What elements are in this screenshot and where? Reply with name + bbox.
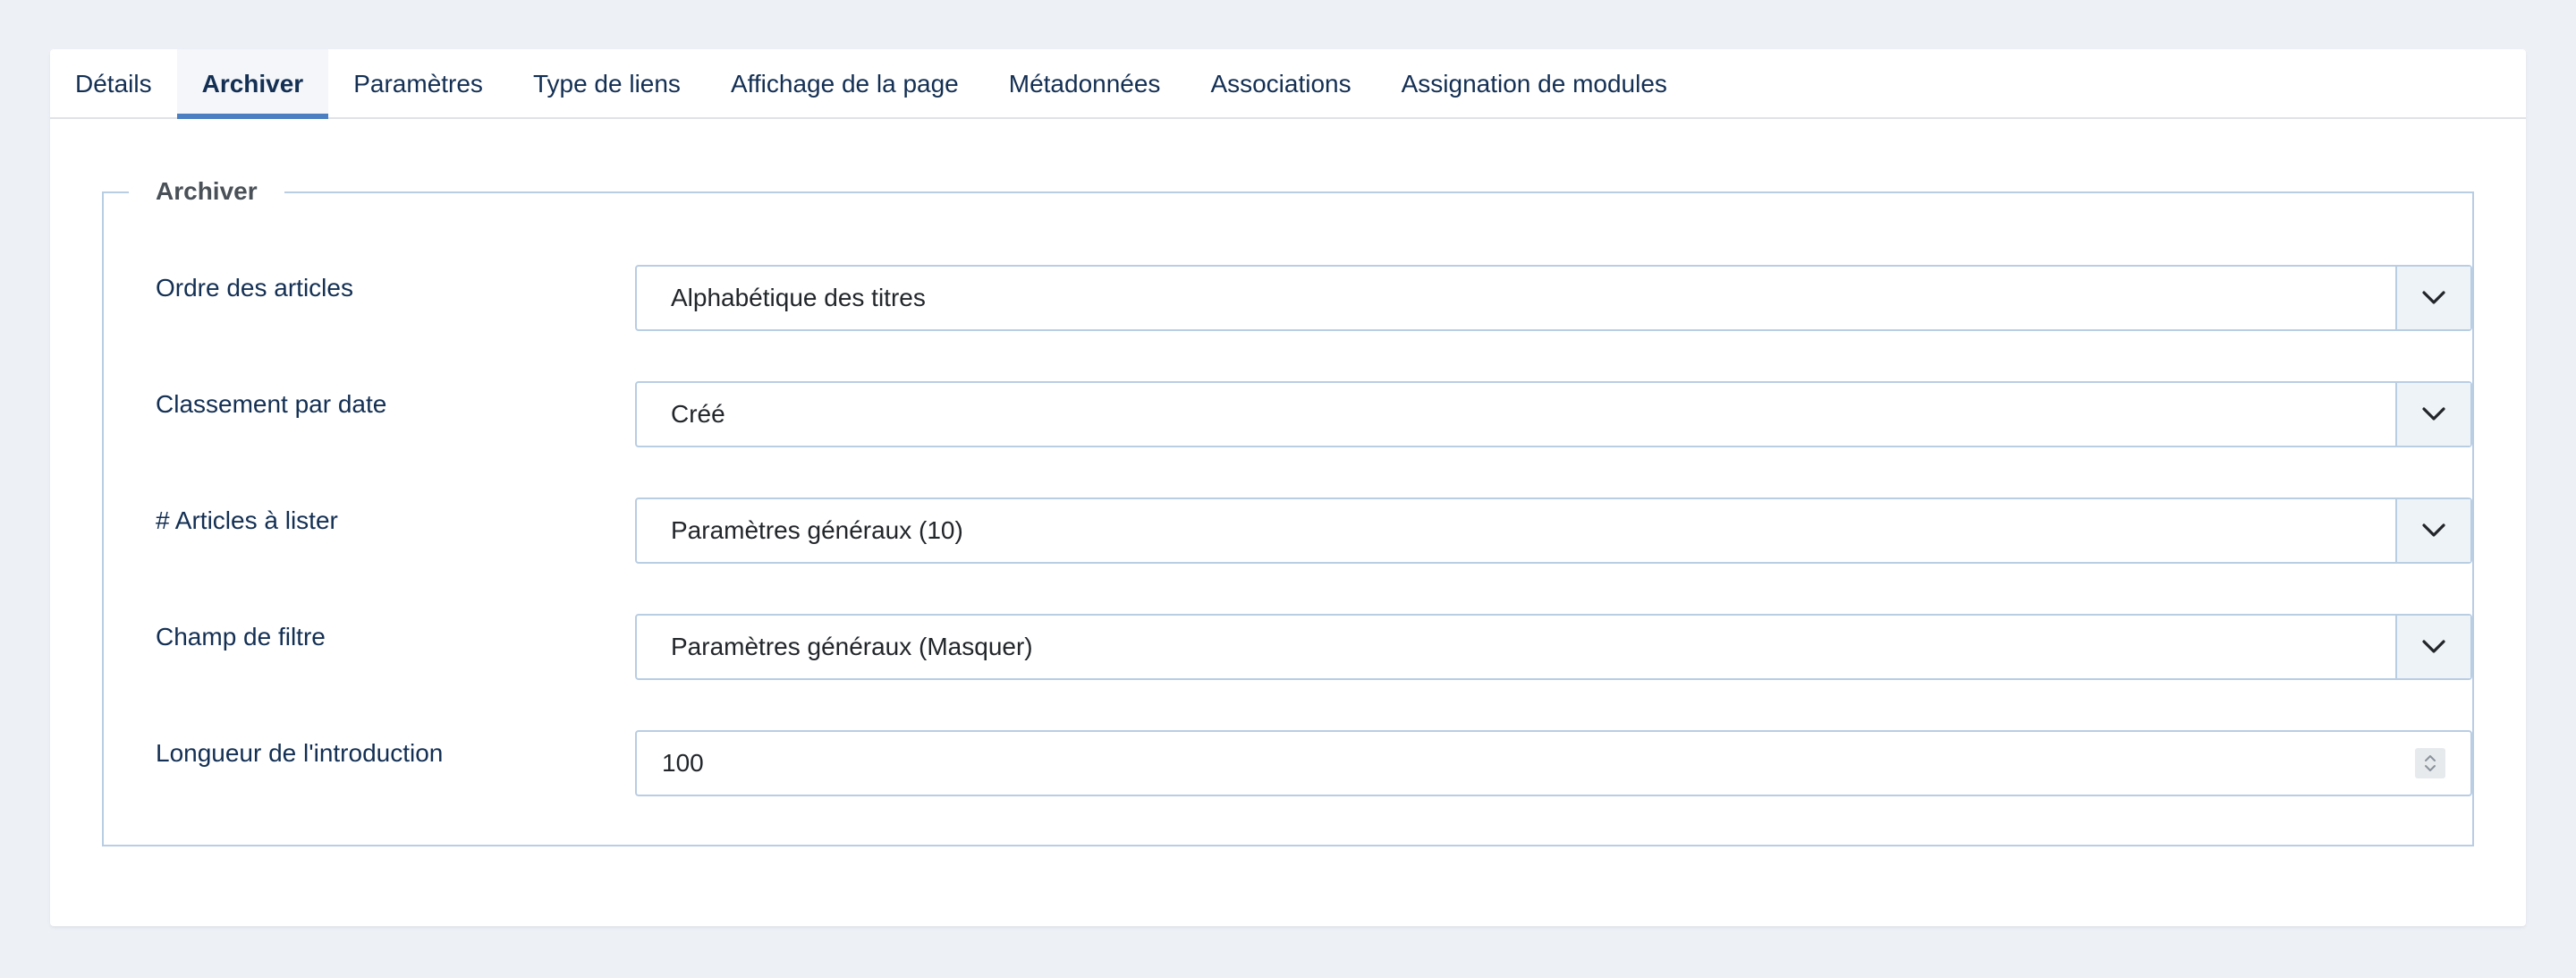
archiver-fieldset: Archiver Ordre des articles Alphabétique… [102, 175, 2474, 846]
classement-par-date-select[interactable]: Créé [635, 381, 2472, 447]
fieldset-legend: Archiver [129, 175, 284, 208]
field-label: Classement par date [156, 390, 387, 418]
field-row-articles-a-lister: # Articles à lister Paramètres généraux … [104, 498, 2472, 566]
articles-a-lister-select[interactable]: Paramètres généraux (10) [635, 498, 2472, 564]
tab-parametres[interactable]: Paramètres [328, 49, 508, 117]
chevron-down-icon[interactable] [2395, 616, 2470, 678]
spinner-icon[interactable] [2415, 748, 2445, 778]
select-value: Alphabétique des titres [671, 284, 926, 311]
ordre-des-articles-select[interactable]: Alphabétique des titres [635, 265, 2472, 331]
tab-associations[interactable]: Associations [1185, 49, 1376, 117]
tab-archiver[interactable]: Archiver [176, 49, 329, 119]
chevron-down-icon[interactable] [2395, 499, 2470, 562]
field-row-longueur-introduction: Longueur de l'introduction 100 [104, 730, 2472, 798]
tab-details[interactable]: Détails [50, 49, 177, 117]
field-label: Longueur de l'introduction [156, 739, 444, 767]
select-value: Créé [671, 400, 725, 428]
chevron-down-icon[interactable] [2395, 267, 2470, 329]
tab-type-de-liens[interactable]: Type de liens [508, 49, 706, 117]
tab-assignation-de-modules[interactable]: Assignation de modules [1377, 49, 1692, 117]
article-options-card: Détails Archiver Paramètres Type de lien… [50, 49, 2526, 926]
field-label: Champ de filtre [156, 623, 326, 651]
tab-affichage-de-la-page[interactable]: Affichage de la page [706, 49, 984, 117]
field-label: # Articles à lister [156, 506, 338, 534]
chevron-down-icon[interactable] [2395, 383, 2470, 446]
field-label: Ordre des articles [156, 274, 353, 302]
longueur-introduction-input[interactable]: 100 [635, 730, 2472, 796]
field-row-champ-de-filtre: Champ de filtre Paramètres généraux (Mas… [104, 614, 2472, 682]
field-row-classement-par-date: Classement par date Créé [104, 381, 2472, 449]
input-value: 100 [662, 749, 704, 777]
tab-metadonnees[interactable]: Métadonnées [984, 49, 1186, 117]
select-value: Paramètres généraux (Masquer) [671, 633, 1033, 660]
tab-bar: Détails Archiver Paramètres Type de lien… [50, 49, 2526, 119]
field-row-ordre-des-articles: Ordre des articles Alphabétique des titr… [104, 265, 2472, 333]
select-value: Paramètres généraux (10) [671, 516, 963, 544]
champ-de-filtre-select[interactable]: Paramètres généraux (Masquer) [635, 614, 2472, 680]
